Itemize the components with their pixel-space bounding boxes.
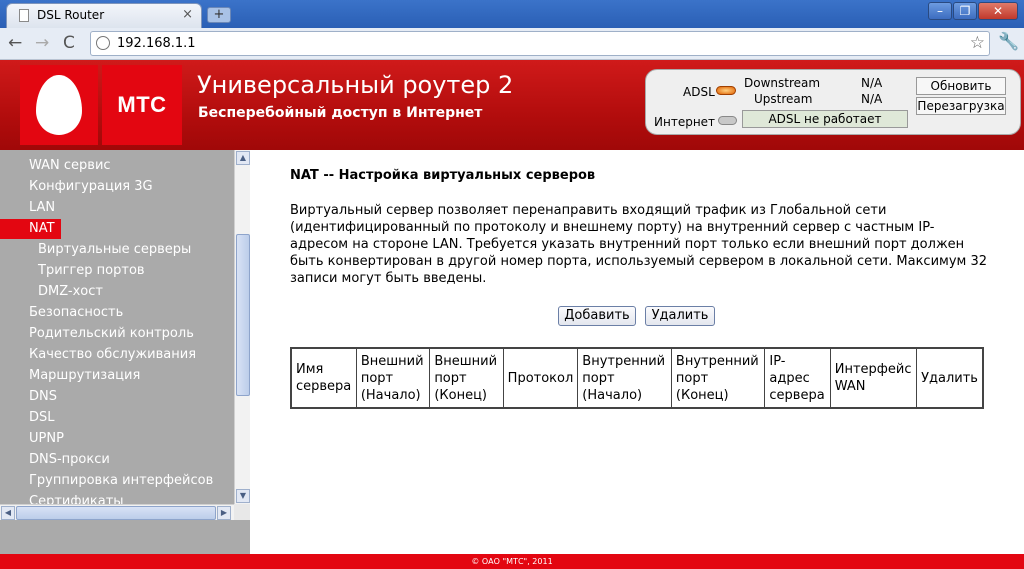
scroll-up-icon[interactable]: ▲ [236, 151, 250, 165]
sidebar-vertical-scrollbar[interactable]: ▲ ▼ [234, 150, 250, 504]
horizontal-scroll-thumb[interactable] [16, 506, 216, 520]
scroll-left-icon[interactable]: ◀ [1, 506, 15, 520]
minimize-button[interactable]: – [928, 2, 952, 20]
col-int-port-start: Внутренний порт (Начало) [577, 347, 672, 409]
sidebar-item[interactable]: Сертификаты [29, 492, 124, 504]
adsl-led-icon [716, 86, 736, 95]
close-window-button[interactable]: ✕ [978, 2, 1018, 20]
page-header: МТС Универсальный роутер 2 Бесперебойный… [0, 60, 1024, 150]
page-icon [19, 9, 29, 22]
sidebar-horizontal-scrollbar[interactable]: ◀ ▶ [0, 504, 234, 520]
back-arrow-icon[interactable]: ← [8, 33, 22, 53]
sidebar-item[interactable]: Родительский контроль [29, 324, 194, 344]
logo-text: МТС [117, 92, 167, 117]
col-server-ip: IP-адрес сервера [764, 347, 831, 409]
col-delete: Удалить [916, 347, 984, 409]
scrollbar-corner [234, 504, 250, 520]
vertical-scroll-thumb[interactable] [236, 234, 250, 396]
col-protocol: Протокол [502, 347, 579, 409]
sidebar-item[interactable]: Виртуальные серверы [38, 240, 191, 260]
sidebar-item[interactable]: UPNP [29, 429, 64, 449]
browser-toolbar: ← → C 192.168.1.1 ☆ 🔧 [0, 28, 1024, 60]
sidebar-item[interactable]: Конфигурация 3G [29, 177, 153, 197]
virtual-servers-table: Имя сервера Внешний порт (Начало) Внешни… [290, 347, 984, 409]
sidebar-item[interactable]: WAN сервис [29, 156, 111, 176]
header-subtitle: Бесперебойный доступ в Интернет [198, 105, 483, 121]
col-server-name: Имя сервера [290, 347, 357, 409]
downstream-value: N/A [861, 76, 883, 90]
adsl-label: ADSL [683, 85, 715, 99]
add-button[interactable]: Добавить [558, 306, 636, 326]
egg-icon [36, 75, 82, 135]
scroll-down-icon[interactable]: ▼ [236, 489, 250, 503]
address-bar[interactable]: 192.168.1.1 ☆ [90, 31, 990, 56]
col-int-port-end: Внутренний порт (Конец) [670, 347, 766, 409]
page-footer: © ОАО "МТС", 2011 [0, 554, 1024, 569]
sidebar: WAN сервис Конфигурация 3G LAN NAT Виртуальн… [0, 150, 250, 554]
adsl-status-text: ADSL не работает [742, 110, 908, 128]
sidebar-item[interactable]: Триггер портов [38, 261, 145, 281]
refresh-button[interactable]: Обновить [916, 77, 1006, 95]
sidebar-item[interactable]: Группировка интерфейсов [29, 471, 213, 491]
sidebar-menu: WAN сервис Конфигурация 3G LAN NAT Виртуальн… [0, 150, 234, 504]
tab-title: DSL Router [37, 8, 105, 22]
logo-text-block: МТС [102, 65, 182, 145]
sidebar-item[interactable]: LAN [29, 198, 55, 218]
scroll-right-icon[interactable]: ▶ [217, 506, 231, 520]
globe-icon [96, 36, 110, 50]
internet-label: Интернет [654, 115, 716, 129]
sidebar-item[interactable]: Безопасность [29, 303, 123, 323]
sidebar-item[interactable]: DNS [29, 387, 57, 407]
sidebar-item[interactable]: Качество обслуживания [29, 345, 196, 365]
delete-button[interactable]: Удалить [645, 306, 715, 326]
bookmark-star-icon[interactable]: ☆ [970, 33, 985, 53]
wrench-icon[interactable]: 🔧 [998, 32, 1019, 52]
address-url[interactable]: 192.168.1.1 [117, 36, 196, 51]
new-tab-button[interactable]: + [207, 7, 231, 23]
reload-icon[interactable]: C [63, 33, 75, 53]
browser-titlebar: DSL Router × + – ❐ ✕ [0, 0, 1024, 28]
sidebar-item-active[interactable]: NAT [0, 219, 61, 239]
upstream-label: Upstream [754, 92, 813, 106]
sidebar-item[interactable]: DNS-прокси [29, 450, 110, 470]
internet-led-icon [718, 116, 737, 125]
maximize-button[interactable]: ❐ [953, 2, 977, 20]
sidebar-item[interactable]: DSL [29, 408, 55, 428]
downstream-label: Downstream [744, 76, 821, 90]
sidebar-item[interactable]: Маршрутизация [29, 366, 140, 386]
col-wan-interface: Интерфейс WAN [829, 347, 918, 409]
status-panel: ADSL Downstream Upstream N/A N/A Интерне… [645, 69, 1021, 135]
logo-egg [20, 65, 98, 145]
header-title: Универсальный роутер 2 [197, 71, 514, 99]
main-content: NAT -- Настройка виртуальных серверов Ви… [250, 150, 1024, 554]
tab-close-icon[interactable]: × [182, 7, 193, 22]
forward-arrow-icon[interactable]: → [35, 33, 49, 53]
reboot-button[interactable]: Перезагрузка [916, 97, 1006, 115]
upstream-value: N/A [861, 92, 883, 106]
sidebar-item[interactable]: DMZ-хост [38, 282, 103, 302]
col-ext-port-end: Внешний порт (Конец) [429, 347, 504, 409]
page-title: NAT -- Настройка виртуальных серверов [290, 168, 596, 183]
browser-tab[interactable]: DSL Router × [6, 3, 202, 28]
page-description: Виртуальный сервер позволяет перенаправи… [290, 203, 987, 286]
table-header-row: Имя сервера Внешний порт (Начало) Внешни… [290, 347, 984, 409]
col-ext-port-start: Внешний порт (Начало) [355, 347, 431, 409]
